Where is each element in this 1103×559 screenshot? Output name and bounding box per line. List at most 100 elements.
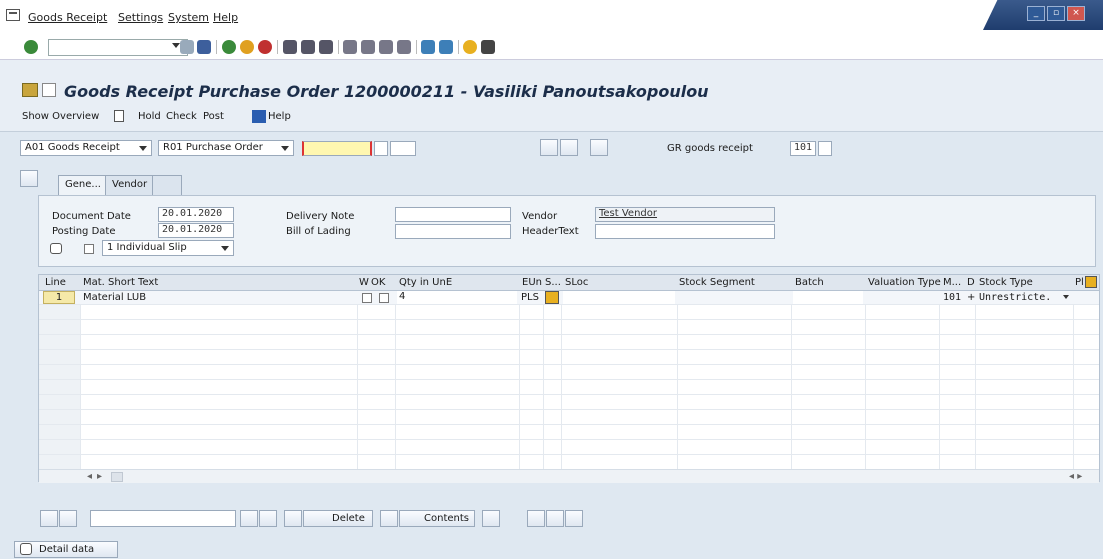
movement-type-extra-input[interactable] [818, 141, 832, 156]
find-next-icon-bottom[interactable] [259, 510, 277, 527]
minimize-icon[interactable]: _ [1027, 6, 1045, 21]
hold-button[interactable]: Hold [138, 111, 161, 122]
sloc-input[interactable] [563, 291, 675, 304]
new-session-icon[interactable] [421, 40, 435, 54]
col-valuation-type[interactable]: Valuation Type [868, 277, 941, 288]
stock-icon[interactable] [545, 291, 559, 304]
col-mat-short-text[interactable]: Mat. Short Text [83, 277, 158, 288]
po-search-help-icon[interactable] [374, 141, 388, 156]
col-w[interactable]: W [359, 277, 369, 288]
col-stock-type[interactable]: Stock Type [979, 277, 1033, 288]
posting-date-input[interactable]: 20.01.2020 [158, 223, 234, 238]
headertext-input[interactable] [595, 224, 775, 239]
print-icon-bottom[interactable] [40, 510, 58, 527]
reference-select[interactable]: R01 Purchase Order [158, 140, 294, 156]
shortcut-icon[interactable] [439, 40, 453, 54]
tab-partners-icon[interactable] [152, 175, 182, 195]
info-icon[interactable] [252, 110, 266, 123]
scroll-left-icon[interactable]: ◂ [87, 471, 92, 482]
col-qty[interactable]: Qty in UnE [399, 277, 452, 288]
find-icon-bottom[interactable] [240, 510, 258, 527]
new-document-icon[interactable] [114, 110, 124, 122]
select-all-icon[interactable] [482, 510, 500, 527]
save-icon[interactable] [197, 40, 211, 54]
sap-menu-icon[interactable] [6, 9, 20, 21]
menu-settings[interactable]: Settings [118, 11, 163, 24]
filter-icon[interactable] [59, 510, 77, 527]
col-eun[interactable]: EUn [522, 277, 542, 288]
first-page-icon[interactable] [343, 40, 357, 54]
contents-icon[interactable] [380, 510, 398, 527]
layout-icon[interactable] [481, 40, 495, 54]
menu-goods-receipt[interactable]: Goods Receipt [28, 11, 107, 24]
transaction-icon[interactable] [22, 83, 38, 97]
previous-page-icon[interactable] [361, 40, 375, 54]
copy-icon[interactable] [546, 510, 564, 527]
find-icon[interactable] [301, 40, 315, 54]
print-icon[interactable] [283, 40, 297, 54]
print-slip-checkbox[interactable] [84, 244, 94, 254]
col-pl[interactable]: Pl [1075, 277, 1084, 288]
scroll-thumb[interactable] [111, 472, 123, 482]
last-page-icon[interactable] [397, 40, 411, 54]
po-item-input[interactable] [390, 141, 416, 156]
close-icon[interactable]: × [1067, 6, 1085, 21]
show-overview-button[interactable]: Show Overview [22, 111, 99, 122]
tab-vendor[interactable]: Vendor [105, 175, 155, 195]
execute-icon[interactable] [540, 139, 558, 156]
back-icon[interactable] [222, 40, 236, 54]
post-button[interactable]: Post [203, 111, 224, 122]
scroll-left-right-icon[interactable]: ◂ ▸ [1069, 471, 1082, 482]
col-batch[interactable]: Batch [795, 277, 824, 288]
col-m[interactable]: M... [943, 277, 961, 288]
bill-of-lading-input[interactable] [395, 224, 511, 239]
contents-button[interactable]: Contents [399, 510, 475, 527]
next-page-icon[interactable] [379, 40, 393, 54]
column-settings-icon[interactable] [1085, 276, 1097, 288]
ok-checkbox[interactable] [379, 293, 389, 303]
transaction-select[interactable]: A01 Goods Receipt [20, 140, 152, 156]
slip-select[interactable]: 1 Individual Slip [102, 240, 234, 256]
line-number[interactable]: 1 [43, 291, 75, 304]
menu-system[interactable]: System [168, 11, 209, 24]
movement-type-input[interactable]: 101 [790, 141, 816, 156]
bottom-search-input[interactable] [90, 510, 236, 527]
help-icon[interactable] [463, 40, 477, 54]
col-ok[interactable]: OK [371, 277, 385, 288]
col-sloc[interactable]: SLoc [565, 277, 588, 288]
delivery-note-input[interactable] [395, 207, 511, 222]
cancel-icon[interactable] [258, 40, 272, 54]
stock-type-dropdown-icon[interactable] [1063, 295, 1069, 299]
col-stock-segment[interactable]: Stock Segment [679, 277, 755, 288]
enter-icon[interactable] [24, 40, 38, 54]
help-button[interactable]: Help [268, 111, 291, 122]
command-dropdown-icon[interactable] [172, 43, 180, 48]
print-slip-icon[interactable] [50, 243, 62, 254]
tab-general[interactable]: Gene... [58, 175, 108, 195]
po-number-input[interactable] [302, 141, 372, 156]
col-d[interactable]: D [967, 277, 975, 288]
w-checkbox[interactable] [362, 293, 372, 303]
exit-icon[interactable] [240, 40, 254, 54]
menu-help[interactable]: Help [213, 11, 238, 24]
col-s[interactable]: S... [545, 277, 561, 288]
table-row[interactable]: 1 Material LUB 4 PLS 101 + Unrestricte. [39, 291, 1099, 305]
scroll-right-icon[interactable]: ▸ [97, 471, 102, 482]
col-line[interactable]: Line [45, 277, 66, 288]
qty-input[interactable]: 4 [397, 291, 517, 304]
batch-input[interactable] [793, 291, 863, 304]
horizontal-scrollbar[interactable]: ◂ ▸ ◂ ▸ [39, 469, 1099, 483]
grid-icon[interactable] [590, 139, 608, 156]
document-date-input[interactable]: 20.01.2020 [158, 207, 234, 222]
distribute-icon[interactable] [565, 510, 583, 527]
options-icon[interactable] [42, 83, 56, 97]
stock-overview-icon[interactable] [527, 510, 545, 527]
command-field[interactable] [48, 39, 188, 56]
trash-icon[interactable] [284, 510, 302, 527]
find-next-icon[interactable] [319, 40, 333, 54]
maximize-icon[interactable]: ▫ [1047, 6, 1065, 21]
search-icon[interactable] [560, 139, 578, 156]
history-back-icon[interactable] [180, 40, 194, 54]
check-button[interactable]: Check [166, 111, 197, 122]
delete-button[interactable]: Delete [303, 510, 373, 527]
